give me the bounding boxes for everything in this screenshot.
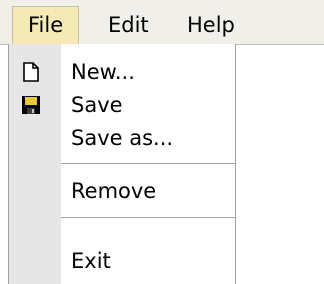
menu-item-remove[interactable]: Remove (9, 174, 235, 208)
menu-item-label: Save as... (71, 126, 174, 150)
menu-item-label: New... (71, 60, 135, 84)
menu-help[interactable]: Help (172, 6, 250, 44)
menu-item-label: Save (71, 93, 123, 117)
menu-item-exit[interactable]: Exit (9, 244, 235, 278)
menu-item-new[interactable]: New... (9, 55, 235, 89)
menu-item-save[interactable]: Save (9, 88, 235, 122)
menu-file[interactable]: File (12, 6, 80, 44)
menu-separator (61, 217, 235, 218)
menu-edit[interactable]: Edit (93, 6, 164, 44)
menu-item-label: Remove (71, 179, 157, 203)
menu-bar: File Edit Help (0, 0, 324, 45)
menu-item-save-as[interactable]: Save as... (9, 121, 235, 155)
menu-separator (61, 163, 235, 164)
file-dropdown-menu: New... Save Save as... Remove Exit (8, 44, 236, 284)
floppy-disk-icon (22, 96, 40, 114)
menu-item-label: Exit (71, 249, 111, 273)
new-document-icon (23, 62, 39, 82)
